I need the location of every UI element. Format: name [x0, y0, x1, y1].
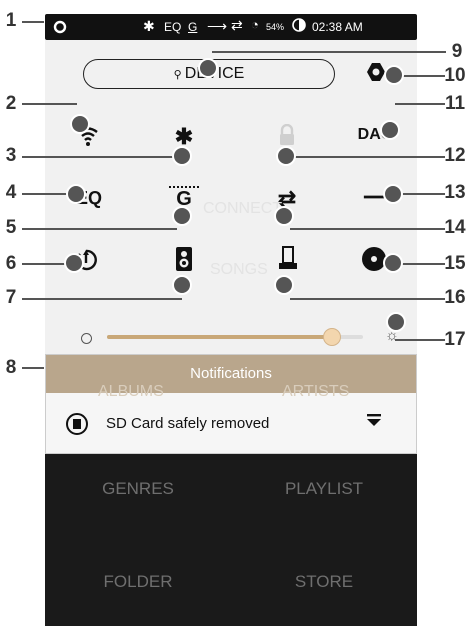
callout-13: 13 [444, 182, 466, 203]
status-bar: ✱ EQ G ⟶ ⇄ ◔ 54% 02:38 AM [45, 14, 417, 40]
brightness-icon [292, 18, 306, 35]
callout-11-leader [395, 103, 445, 105]
library-item-folder[interactable]: FOLDER [45, 572, 231, 592]
expand-icon[interactable] [366, 412, 386, 433]
callout-7-leader [22, 298, 182, 300]
volume-slider[interactable] [107, 328, 363, 346]
status-gain-label: G [188, 20, 198, 34]
callout-8: 8 [5, 357, 17, 378]
callout-14-leader [290, 228, 445, 230]
library-menu: GENRES PLAYLIST FOLDER STORE [45, 454, 417, 626]
repeat-icon: ⇄ [231, 17, 243, 33]
callout-12-dot [276, 146, 296, 166]
volume-row: ☼ [45, 322, 417, 354]
callout-2-leader [22, 103, 77, 105]
callout-13-dot [383, 184, 403, 204]
callout-2: 2 [5, 93, 17, 114]
library-item-playlist[interactable]: PLAYLIST [231, 479, 417, 499]
callout-6-dot [64, 253, 84, 273]
volume-low-icon [81, 333, 92, 344]
callout-7: 7 [5, 287, 17, 308]
library-item-store[interactable]: STORE [231, 572, 417, 592]
callout-14-dot [274, 206, 294, 226]
callout-16-dot [274, 275, 294, 295]
callout-15-dot [383, 253, 403, 273]
quick-settings-panel: ⚲ DEVICE ✱ DAC EQ G ⇄ ⟶ CONNECT SONGS [45, 40, 417, 322]
notification-message: SD Card safely removed [106, 415, 270, 432]
library-item-genres[interactable]: GENRES [45, 479, 231, 499]
callout-1-leader [22, 21, 44, 23]
battery-percent: 54% [266, 22, 285, 32]
callout-4: 4 [5, 182, 17, 203]
callout-6: 6 [5, 253, 17, 274]
callout-10: 10 [444, 65, 466, 86]
status-eq-label: EQ [164, 20, 182, 34]
callout-17: 17 [444, 329, 466, 350]
notification-panel: Notifications ALBUMS ARTISTS SD Card saf… [45, 354, 417, 454]
callout-3-dot [172, 146, 192, 166]
callout-14: 14 [444, 217, 466, 238]
callout-12: 12 [444, 145, 466, 166]
callout-5-leader [22, 228, 177, 230]
callout-16: 16 [444, 287, 466, 308]
volume-thumb[interactable] [323, 328, 342, 346]
callout-17-dot [386, 312, 406, 332]
notification-title: Notifications [190, 365, 272, 382]
notification-item[interactable]: SD Card safely removed [46, 395, 416, 453]
ghost-songs-label: SONGS [210, 261, 268, 278]
callout-5: 5 [5, 217, 17, 238]
callout-9: 9 [451, 41, 463, 62]
callout-16-leader [290, 298, 445, 300]
usb-mode-icon[interactable] [273, 246, 303, 278]
callout-9-dot [198, 58, 218, 78]
callout-15: 15 [444, 253, 466, 274]
callout-1: 1 [5, 10, 17, 31]
callout-7-dot [172, 275, 192, 295]
callout-12-leader [290, 156, 445, 158]
callout-11-dot [380, 120, 400, 140]
sd-card-icon [66, 413, 88, 435]
power-icon [53, 18, 67, 37]
search-icon: ⚲ [173, 69, 185, 81]
volume-fill [107, 335, 333, 339]
callout-11: 11 [444, 93, 466, 114]
bluetooth-icon: ✱ [143, 18, 155, 34]
callout-9-leader [212, 51, 446, 53]
speaker-icon[interactable] [169, 246, 199, 278]
callout-8-leader [22, 367, 44, 369]
callout-17-leader [395, 339, 445, 341]
wifi-icon: ◔ [251, 17, 259, 32]
callout-5-dot [172, 206, 192, 226]
callout-3: 3 [5, 145, 17, 166]
ghost-connect-label: CONNECT [203, 200, 283, 217]
clock: 02:38 AM [312, 20, 363, 34]
callout-10-dot [384, 65, 404, 85]
arrow-icon: ⟶ [207, 18, 228, 34]
callout-3-leader [22, 156, 177, 158]
callout-2-dot [70, 114, 90, 134]
callout-4-dot [66, 184, 86, 204]
